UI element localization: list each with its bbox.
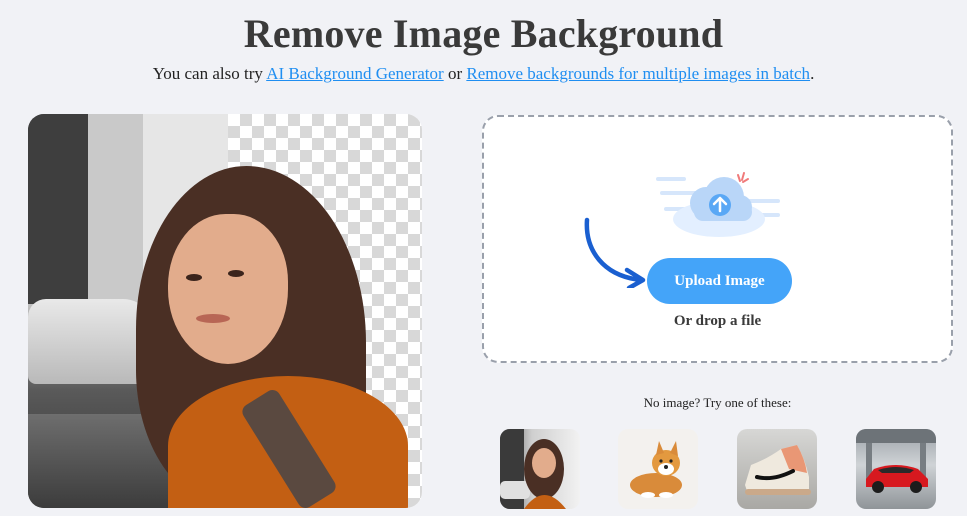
- woman-lips: [196, 314, 230, 323]
- subtitle-suffix: .: [810, 64, 815, 83]
- sample-red-car[interactable]: [856, 429, 936, 509]
- eye-left: [186, 274, 202, 281]
- sample-dog[interactable]: [618, 429, 698, 509]
- woman-face: [168, 214, 288, 364]
- upload-dropzone[interactable]: Upload Image Or drop a file: [482, 115, 953, 363]
- car-shape: [28, 299, 153, 384]
- eye-right: [228, 270, 244, 277]
- drop-file-text: Or drop a file: [673, 313, 762, 329]
- upload-image-button[interactable]: Upload Image: [647, 258, 792, 304]
- sample-images-label: No image? Try one of these:: [643, 395, 792, 410]
- batch-remove-link[interactable]: Remove backgrounds for multiple images i…: [466, 64, 810, 83]
- sample-sneaker[interactable]: [737, 429, 817, 509]
- page-subtitle: You can also try AI Background Generator…: [0, 64, 967, 84]
- subtitle-prefix: You can also try: [152, 64, 267, 83]
- hero-example-image: [28, 114, 422, 508]
- ai-background-generator-link[interactable]: AI Background Generator: [266, 64, 444, 83]
- subtitle-or: or: [443, 64, 467, 83]
- sample-woman[interactable]: [500, 429, 580, 509]
- cloud-upload-icon: [654, 167, 784, 241]
- page-title: Remove Image Background: [243, 11, 724, 56]
- pointing-arrow-icon: [584, 217, 646, 288]
- sample-images-list: [500, 429, 936, 509]
